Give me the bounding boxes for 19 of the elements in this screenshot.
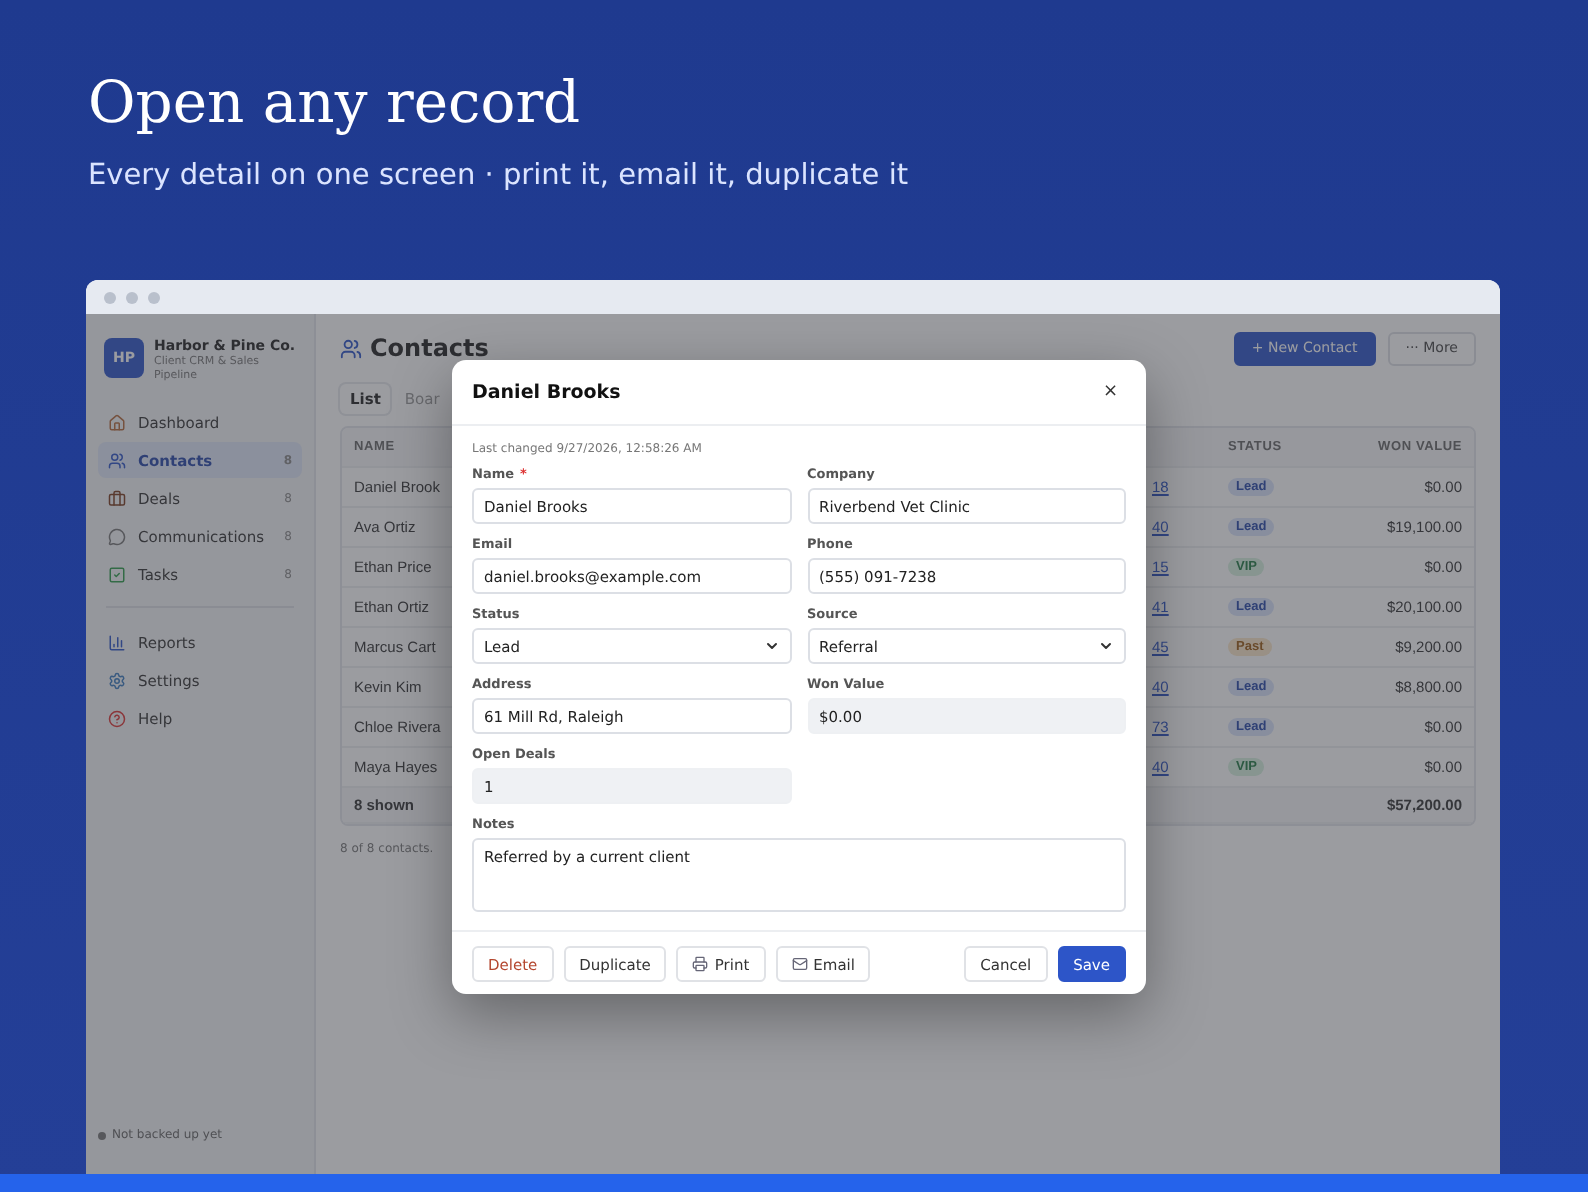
mail-icon xyxy=(791,956,808,972)
headline: Open any record xyxy=(88,66,581,140)
help-icon xyxy=(108,709,126,727)
chevron-icon xyxy=(1098,638,1114,654)
home-icon xyxy=(108,413,126,431)
chevron-icon xyxy=(763,638,779,654)
settings-icon xyxy=(108,671,126,689)
people-icon xyxy=(108,451,126,469)
page-title: Contacts xyxy=(370,334,489,362)
subheadline: Every detail on one screen · print it, email it, duplicate it xyxy=(88,158,909,196)
briefcase-icon xyxy=(108,489,126,507)
chart-icon xyxy=(108,633,126,651)
close-button[interactable]: × xyxy=(1098,382,1122,402)
dialog-title: Daniel Brooks xyxy=(472,381,621,403)
checkbox-icon xyxy=(108,565,126,583)
people-icon xyxy=(340,337,362,359)
status-dot-icon xyxy=(98,1131,106,1139)
chat-icon xyxy=(108,527,126,545)
printer-icon xyxy=(692,956,709,972)
